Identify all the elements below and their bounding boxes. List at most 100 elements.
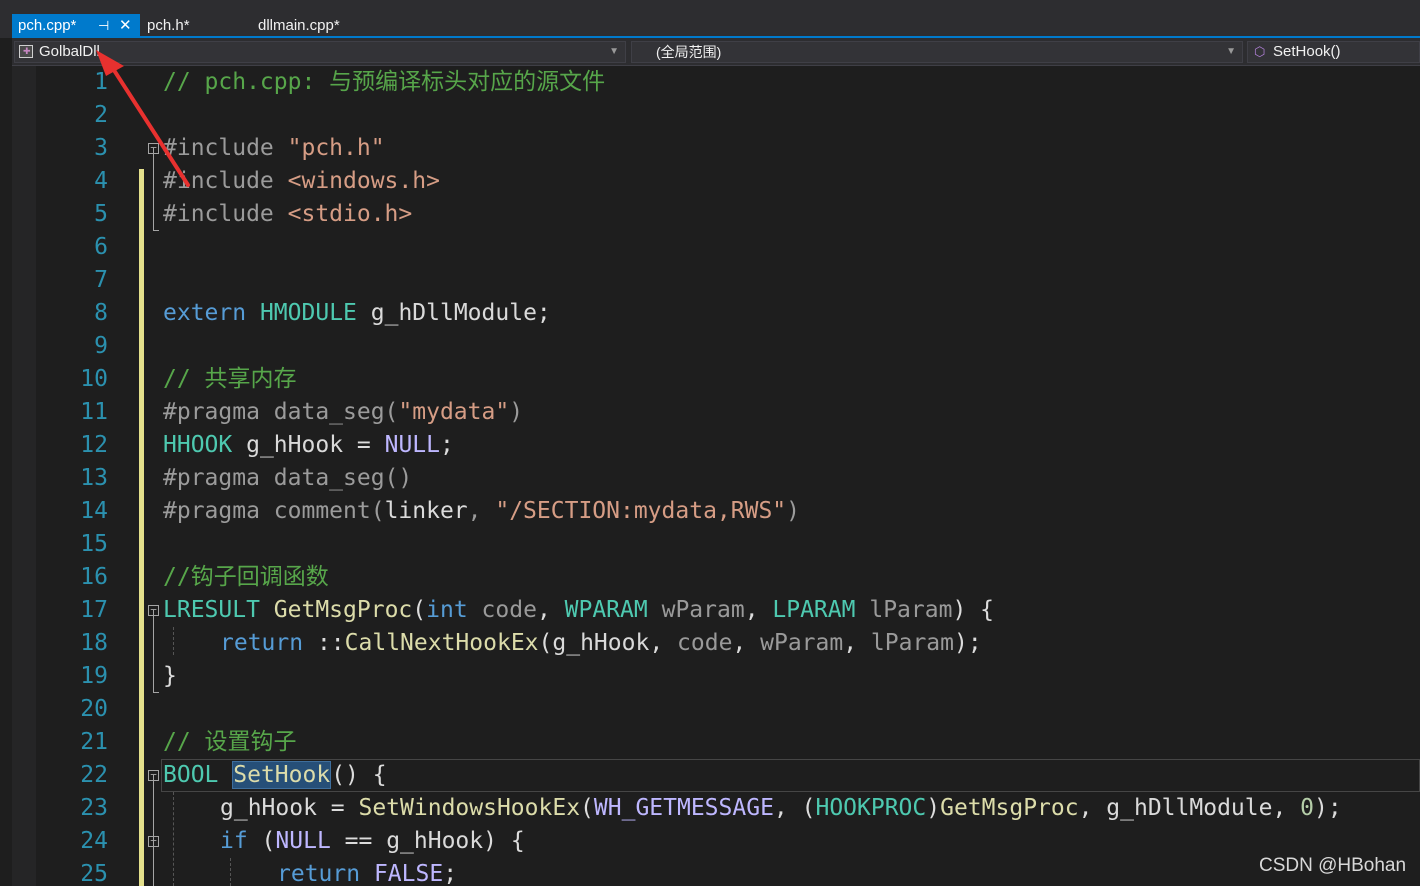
- line-number: 13: [80, 465, 108, 491]
- collapse-icon[interactable]: −: [148, 835, 159, 847]
- line-number: 8: [94, 300, 108, 326]
- preprocessor: ): [786, 498, 801, 524]
- line-number: 17: [80, 597, 108, 623]
- chevron-down-icon[interactable]: ▼: [1226, 42, 1236, 62]
- code-text: g_hHook = SetWindowsHookEx(WH_GETMESSAGE…: [220, 792, 1342, 825]
- type: HMODULE: [259, 300, 357, 326]
- code-text: HHOOK g_hHook = NULL;: [163, 429, 454, 462]
- code-text: // pch.cpp: 与预编译标头对应的源文件: [163, 66, 605, 99]
- type: HHOOK: [163, 432, 233, 458]
- identifier: g_hDllModule: [370, 300, 537, 326]
- code-line[interactable]: 12 HHOOK g_hHook = NULL;: [12, 429, 1420, 462]
- project-icon: ✚: [19, 45, 33, 58]
- line-number: 6: [94, 234, 108, 260]
- tab-pch-cpp[interactable]: pch.cpp* ⊣ ✕: [12, 14, 140, 38]
- code-line[interactable]: 17 − LRESULT GetMsgProc(int code, WPARAM…: [12, 594, 1420, 627]
- punctuation: ;: [439, 432, 454, 458]
- type: HOOKPROC: [815, 795, 927, 821]
- member-dropdown[interactable]: ⬡ SetHook(): [1247, 41, 1420, 63]
- scope-operator: ::: [316, 630, 345, 656]
- code-line[interactable]: 6: [12, 231, 1420, 264]
- close-icon[interactable]: ✕: [119, 14, 132, 38]
- code-line[interactable]: 16 //钩子回调函数: [12, 561, 1420, 594]
- preprocessor: #include: [163, 168, 288, 194]
- code-line[interactable]: 13 #pragma data_seg(): [12, 462, 1420, 495]
- tab-label: dllmain.cpp*: [258, 17, 340, 34]
- code-line[interactable]: 9: [12, 330, 1420, 363]
- line-number: 2: [94, 102, 108, 128]
- macro: NULL: [384, 432, 440, 458]
- number: 0: [1300, 795, 1315, 821]
- tab-dllmain-cpp[interactable]: dllmain.cpp*: [258, 14, 388, 38]
- macro: FALSE: [373, 861, 444, 886]
- string: "/SECTION:mydata,RWS": [495, 498, 787, 524]
- code-line[interactable]: 7: [12, 264, 1420, 297]
- code-line[interactable]: 23 g_hHook = SetWindowsHookEx(WH_GETMESS…: [12, 792, 1420, 825]
- line-number: 25: [80, 861, 108, 886]
- punctuation: ) {: [952, 597, 994, 623]
- collapse-icon[interactable]: −: [148, 604, 159, 616]
- code-line[interactable]: 24 − if (NULL == g_hHook) {: [12, 825, 1420, 858]
- punctuation: ,: [1078, 795, 1107, 821]
- punctuation: ,: [467, 498, 496, 524]
- punctuation: ,: [732, 630, 761, 656]
- code-line[interactable]: 20: [12, 693, 1420, 726]
- macro: WH_GETMESSAGE: [593, 795, 774, 821]
- project-dropdown[interactable]: ✚ GolbalDll ▼: [14, 41, 626, 63]
- line-number: 14: [80, 498, 108, 524]
- line-number: 7: [94, 267, 108, 293]
- code-line[interactable]: 1 // pch.cpp: 与预编译标头对应的源文件: [12, 66, 1420, 99]
- code-text: #pragma data_seg("mydata"): [163, 396, 523, 429]
- parameter: wParam: [661, 597, 745, 623]
- code-line[interactable]: 21 // 设置钩子: [12, 726, 1420, 759]
- punctuation: (: [538, 630, 553, 656]
- preprocessor: #include: [163, 201, 288, 227]
- preprocessor: ): [509, 399, 524, 425]
- code-line-current[interactable]: 22 − BOOL SetHook() {: [12, 759, 1420, 792]
- code-text: return ::CallNextHookEx(g_hHook, code, w…: [220, 627, 982, 660]
- code-line[interactable]: 2: [12, 99, 1420, 132]
- keyword: int: [426, 597, 468, 623]
- collapse-icon[interactable]: −: [148, 142, 159, 154]
- comment: //钩子回调函数: [163, 564, 329, 590]
- punctuation: ;: [443, 861, 458, 886]
- code-editor[interactable]: 1 // pch.cpp: 与预编译标头对应的源文件 2 3 − #includ…: [12, 66, 1420, 886]
- code-text: // 设置钩子: [163, 726, 297, 759]
- code-line[interactable]: 15: [12, 528, 1420, 561]
- code-line[interactable]: 10 // 共享内存: [12, 363, 1420, 396]
- collapse-icon[interactable]: −: [148, 769, 159, 781]
- punctuation: () {: [331, 762, 387, 788]
- tab-pch-h[interactable]: pch.h*: [147, 14, 247, 38]
- operator: ==: [330, 828, 387, 854]
- project-name: GolbalDll: [39, 43, 100, 60]
- code-line[interactable]: 8 extern HMODULE g_hDllModule;: [12, 297, 1420, 330]
- line-number: 3: [94, 135, 108, 161]
- line-number: 24: [80, 828, 108, 854]
- chevron-down-icon[interactable]: ▼: [609, 42, 619, 62]
- code-line[interactable]: 19 }: [12, 660, 1420, 693]
- string: <stdio.h>: [287, 201, 413, 227]
- punctuation: ,: [536, 597, 565, 623]
- navigation-bar: ✚ GolbalDll ▼ (全局范围) ▼ ⬡ SetHook(): [12, 38, 1420, 66]
- code-text: return FALSE;: [277, 858, 457, 886]
- code-line[interactable]: 11 #pragma data_seg("mydata"): [12, 396, 1420, 429]
- highlighted-symbol[interactable]: SetHook: [232, 761, 332, 789]
- code-line[interactable]: 5 #include <stdio.h>: [12, 198, 1420, 231]
- code-text: #pragma data_seg(): [163, 462, 412, 495]
- code-line[interactable]: 14 #pragma comment(linker, "/SECTION:myd…: [12, 495, 1420, 528]
- scope-dropdown[interactable]: (全局范围) ▼: [631, 41, 1243, 63]
- code-line[interactable]: 3 − #include "pch.h": [12, 132, 1420, 165]
- code-line[interactable]: 4 #include <windows.h>: [12, 165, 1420, 198]
- code-text: LRESULT GetMsgProc(int code, WPARAM wPar…: [163, 594, 994, 627]
- comment: // pch.cpp: 与预编译标头对应的源文件: [163, 69, 606, 95]
- identifier: g_hHook: [220, 795, 317, 821]
- line-number: 11: [80, 399, 108, 425]
- pin-icon[interactable]: ⊣: [98, 14, 109, 38]
- method-icon: ⬡: [1254, 44, 1266, 59]
- parameter: lParam: [870, 630, 955, 656]
- preprocessor: #pragma comment(: [163, 498, 385, 524]
- code-text: BOOL SetHook() {: [163, 759, 387, 792]
- code-text: }: [163, 660, 177, 693]
- code-line[interactable]: 25 return FALSE;: [12, 858, 1420, 886]
- code-line[interactable]: 18 return ::CallNextHookEx(g_hHook, code…: [12, 627, 1420, 660]
